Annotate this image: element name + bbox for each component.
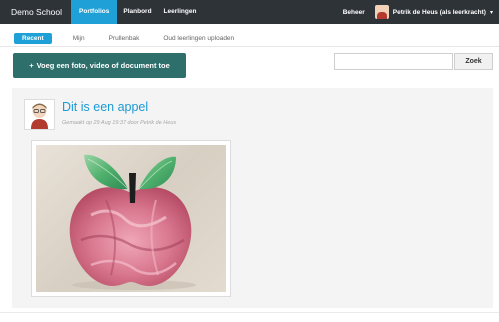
brand-link[interactable]: Demo School [0,0,71,24]
tabs-divider [0,46,499,47]
tab-oud-leerlingen-uploaden[interactable]: Oud leerlingen uploaden [156,33,241,44]
user-menu: Beheer Petrik de Heus (als leerkracht) ▾ [343,0,493,24]
nav-item-leerlingen[interactable]: Leerlingen [158,0,203,24]
search-input[interactable] [334,53,453,70]
nav-item-planbord[interactable]: Planbord [117,0,157,24]
post-photo[interactable] [31,140,231,297]
tab-prullenbak[interactable]: Prullenbak [102,33,147,44]
search-button[interactable]: Zoek [454,53,493,70]
tab-recent[interactable]: Recent [14,33,52,44]
user-menu-toggle[interactable]: Petrik de Heus (als leerkracht) [393,9,486,16]
tab-mijn[interactable]: Mijn [66,33,92,44]
add-media-button[interactable]: + Voeg een foto, video of document toe [13,53,186,78]
top-navbar: Demo School Portfolios Planbord Leerling… [0,0,499,24]
nav-item-portfolios[interactable]: Portfolios [71,0,118,24]
footer-divider [0,312,499,313]
add-media-label: Voeg een foto, video of document toe [36,61,170,70]
post-meta: Gemaakt op 29 Aug 19:37 door Petrik de H… [62,120,177,126]
author-avatar [24,99,55,130]
user-avatar[interactable] [374,5,389,19]
plus-icon: + [29,61,34,70]
post-card: Dit is een appel Gemaakt op 29 Aug 19:37… [12,88,493,308]
portfolio-tabs: Recent Mijn Prullenbak Oud leerlingen up… [14,33,251,44]
apple-image [36,145,226,292]
chevron-down-icon[interactable]: ▾ [490,9,493,16]
post-title[interactable]: Dit is een appel [62,100,148,114]
nav-item-beheer[interactable]: Beheer [343,9,365,16]
